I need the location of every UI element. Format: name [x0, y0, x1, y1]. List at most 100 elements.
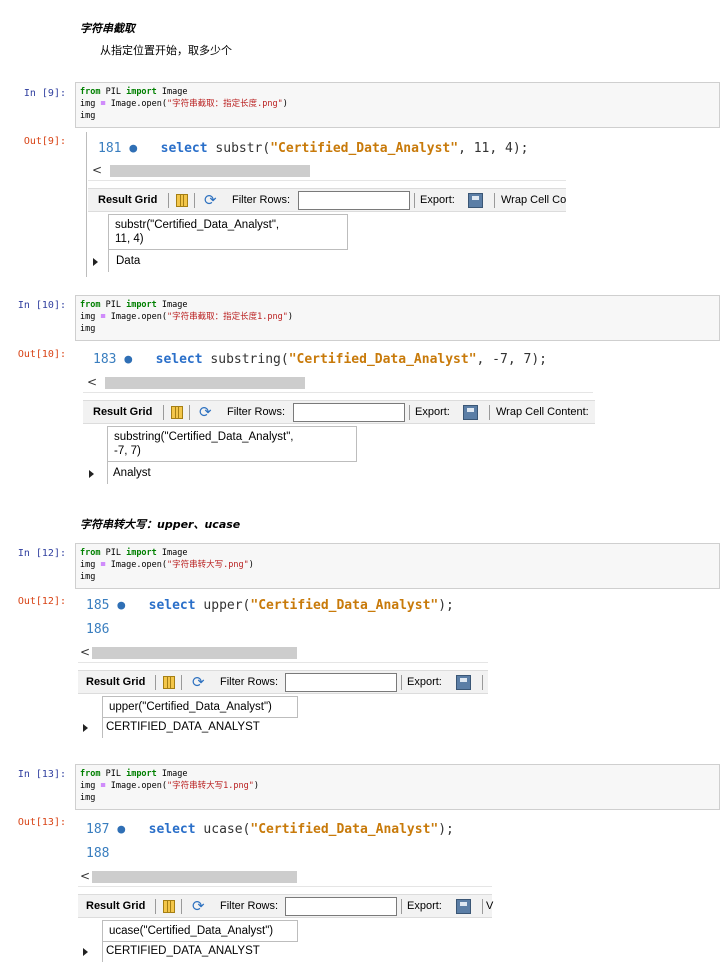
- grid-icon[interactable]: [171, 406, 183, 419]
- code-cell-13[interactable]: from PIL import Image img = Image.open("…: [75, 764, 720, 810]
- filter-rows-input[interactable]: [293, 403, 405, 422]
- sql-string: "Certified_Data_Analyst": [250, 598, 439, 613]
- sql-keyword: select: [160, 141, 208, 156]
- export-label[interactable]: Export:: [415, 406, 450, 418]
- code-cell-12[interactable]: from PIL import Image img = Image.open("…: [75, 543, 720, 589]
- row-pointer-icon: [89, 470, 94, 478]
- scroll-left-icon[interactable]: <: [87, 375, 97, 389]
- scroll-left-icon[interactable]: <: [92, 163, 102, 177]
- line-number: 185: [86, 598, 110, 613]
- export-icon[interactable]: [463, 405, 478, 420]
- close-paren: ): [282, 99, 288, 109]
- var-img: img: [80, 781, 101, 791]
- filename-string: "字符串转大写1.png": [167, 781, 254, 791]
- var-img: img: [80, 312, 101, 322]
- row-pointer-icon: [83, 724, 88, 732]
- filter-rows-input[interactable]: [285, 897, 397, 916]
- scroll-thumb[interactable]: [92, 647, 297, 659]
- column-header[interactable]: upper("Certified_Data_Analyst"): [102, 696, 298, 718]
- column-header-line-1: substring("Certified_Data_Analyst",: [114, 431, 294, 443]
- import-name: Image: [156, 548, 188, 558]
- export-icon[interactable]: [468, 193, 483, 208]
- bullet-icon: ●: [124, 352, 133, 367]
- sql-string: "Certified_Data_Analyst": [250, 822, 439, 837]
- sql-keyword: select: [155, 352, 203, 367]
- line-number: 188: [86, 846, 110, 861]
- result-toolbar: Result Grid ⟳ Filter Rows: Export: Wrap …: [88, 188, 566, 212]
- result-grid-button[interactable]: Result Grid: [86, 900, 145, 912]
- row-pointer-icon: [93, 258, 98, 266]
- filter-rows-label: Filter Rows:: [220, 900, 279, 912]
- export-label[interactable]: Export:: [407, 676, 442, 688]
- var-img-output: img: [80, 793, 96, 803]
- horizontal-scrollbar[interactable]: <: [78, 868, 492, 887]
- sql-keyword: select: [148, 822, 196, 837]
- out-prompt: Out[12]:: [17, 596, 66, 607]
- wrap-cell-label[interactable]: Wrap Cell Co: [501, 194, 566, 206]
- editor-line: 187 ● select ucase("Certified_Data_Analy…: [86, 822, 454, 837]
- column-header-line-1: ucase("Certified_Data_Analyst"): [109, 925, 274, 937]
- result-grid-button[interactable]: Result Grid: [98, 194, 157, 206]
- scroll-thumb[interactable]: [92, 871, 297, 883]
- refresh-icon[interactable]: ⟳: [192, 673, 205, 691]
- var-img: img: [80, 99, 101, 109]
- result-value[interactable]: CERTIFIED_DATA_ANALYST: [106, 721, 260, 733]
- column-header[interactable]: ucase("Certified_Data_Analyst"): [102, 920, 298, 942]
- kw-import: import: [126, 87, 157, 97]
- export-label[interactable]: Export:: [420, 194, 455, 206]
- scroll-thumb[interactable]: [105, 377, 305, 389]
- result-toolbar: Result Grid ⟳ Filter Rows: Export: Wrap …: [83, 400, 595, 424]
- sql-function: ucase(: [195, 822, 251, 837]
- scroll-thumb[interactable]: [110, 165, 310, 177]
- kw-from: from: [80, 87, 101, 97]
- sql-string: "Certified_Data_Analyst": [270, 141, 459, 156]
- close-paren: ): [287, 312, 293, 322]
- result-toolbar: Result Grid ⟳ Filter Rows: Export: V: [78, 894, 493, 918]
- editor-line-2: 188: [86, 846, 109, 861]
- section-desc-substr: 从指定位置开始，取多少个: [100, 44, 232, 57]
- open-call: Image.open(: [105, 312, 168, 322]
- sql-keyword: select: [148, 598, 196, 613]
- column-header[interactable]: substring("Certified_Data_Analyst", -7, …: [107, 426, 357, 462]
- scroll-left-icon[interactable]: <: [80, 645, 90, 659]
- grid-icon[interactable]: [176, 194, 188, 207]
- filter-rows-label: Filter Rows:: [220, 676, 279, 688]
- horizontal-scrollbar[interactable]: <: [88, 162, 566, 181]
- module-name: PIL: [100, 300, 127, 310]
- filename-string: "字符串转大写.png": [167, 560, 249, 570]
- module-name: PIL: [100, 548, 127, 558]
- refresh-icon[interactable]: ⟳: [192, 897, 205, 915]
- horizontal-scrollbar[interactable]: <: [78, 644, 488, 663]
- out-prompt: Out[9]:: [23, 136, 66, 147]
- wrap-cell-label[interactable]: Wrap Cell Content:: [496, 406, 589, 418]
- grid-icon[interactable]: [163, 676, 175, 689]
- result-grid-button[interactable]: Result Grid: [93, 406, 152, 418]
- export-label[interactable]: Export:: [407, 900, 442, 912]
- scroll-left-icon[interactable]: <: [80, 869, 90, 883]
- wrap-cell-label[interactable]: V: [486, 900, 493, 912]
- refresh-icon[interactable]: ⟳: [204, 191, 217, 209]
- filename-string: "字符串截取：指定长度.png": [167, 99, 283, 109]
- filter-rows-input[interactable]: [285, 673, 397, 692]
- kw-import: import: [126, 548, 157, 558]
- refresh-icon[interactable]: ⟳: [199, 403, 212, 421]
- filter-rows-input[interactable]: [298, 191, 410, 210]
- column-header[interactable]: substr("Certified_Data_Analyst", 11, 4): [108, 214, 348, 250]
- grid-icon[interactable]: [163, 900, 175, 913]
- column-header-line-2: -7, 7): [114, 445, 141, 457]
- result-value[interactable]: Analyst: [113, 467, 151, 479]
- sql-string: "Certified_Data_Analyst": [288, 352, 477, 367]
- export-icon[interactable]: [456, 899, 471, 914]
- horizontal-scrollbar[interactable]: <: [83, 374, 593, 393]
- bullet-icon: ●: [129, 141, 138, 156]
- code-cell-9[interactable]: from PIL import Image img = Image.open("…: [75, 82, 720, 128]
- result-value[interactable]: Data: [116, 255, 140, 267]
- result-value[interactable]: CERTIFIED_DATA_ANALYST: [106, 945, 260, 957]
- code-cell-10[interactable]: from PIL import Image img = Image.open("…: [75, 295, 720, 341]
- out-prompt: Out[13]:: [17, 817, 66, 828]
- open-call: Image.open(: [105, 781, 168, 791]
- editor-line: 185 ● select upper("Certified_Data_Analy…: [86, 598, 454, 613]
- export-icon[interactable]: [456, 675, 471, 690]
- column-header-line-1: substr("Certified_Data_Analyst",: [115, 219, 280, 231]
- result-grid-button[interactable]: Result Grid: [86, 676, 145, 688]
